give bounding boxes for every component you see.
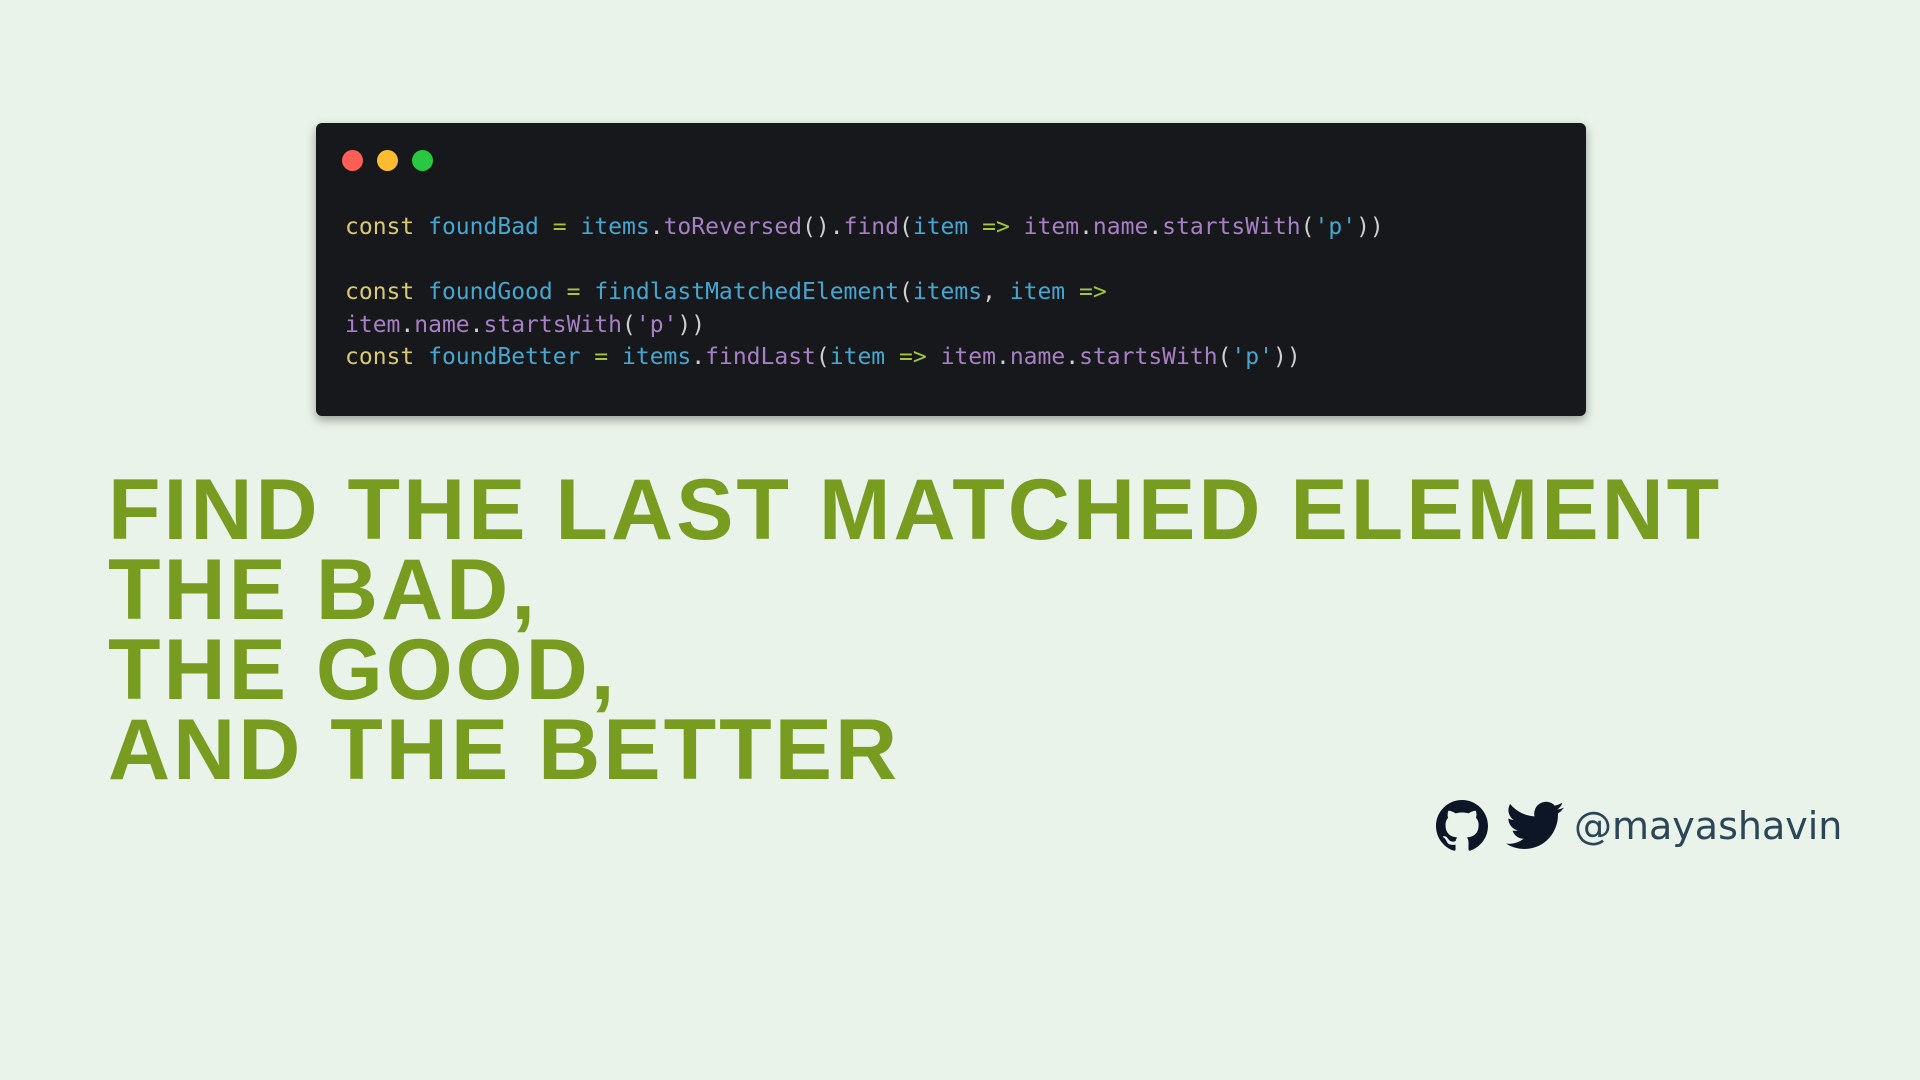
code-token: item	[940, 344, 996, 370]
code-window: const foundBad = items.toReversed().find…	[316, 123, 1586, 416]
code-token: .	[1148, 214, 1163, 240]
code-token: =	[594, 344, 609, 370]
code-line: const foundBad = items.toReversed().find…	[345, 211, 1384, 244]
code-token: item	[829, 344, 886, 370]
code-token: .	[1065, 344, 1080, 370]
code-token: findLast	[705, 344, 816, 370]
social-links: @mayashavin	[1436, 800, 1842, 852]
code-token: (	[899, 214, 913, 240]
code-token: .	[649, 214, 664, 240]
page-title: FIND THE LAST MATCHED ELEMENT THE BAD, T…	[108, 462, 1723, 798]
window-controls	[342, 150, 433, 171]
code-token: const	[345, 279, 415, 305]
code-line: const foundBetter = items.findLast(item …	[345, 341, 1384, 374]
code-token: const	[345, 344, 415, 370]
code-token: =>	[982, 214, 1010, 240]
code-token: ))	[1356, 214, 1384, 240]
code-token: findlastMatchedElement	[594, 279, 899, 305]
code-token: items	[580, 214, 650, 240]
code-token: =>	[899, 344, 927, 370]
code-line: item.name.startsWith('p'))	[345, 309, 1384, 342]
code-token: 'p'	[1314, 214, 1357, 240]
code-token: foundGood	[428, 279, 553, 305]
code-token: (	[898, 279, 913, 305]
code-token: =>	[1079, 279, 1107, 305]
code-token: 'p'	[635, 311, 678, 338]
maximize-dot-icon	[412, 150, 433, 171]
minimize-dot-icon	[377, 150, 398, 171]
code-token: name	[414, 311, 470, 338]
title-line-4: AND THE BETTER	[108, 702, 901, 798]
code-token: item	[1009, 279, 1066, 305]
github-icon[interactable]	[1436, 800, 1488, 852]
title-line-3: THE GOOD,	[108, 622, 618, 718]
code-token: name	[1092, 214, 1149, 240]
code-token: ,	[982, 279, 1010, 305]
code-token: startsWith	[483, 311, 622, 338]
code-token: toReversed	[663, 214, 803, 240]
code-token: ().	[802, 214, 844, 240]
code-token: (	[621, 311, 636, 338]
code-block: const foundBad = items.toReversed().find…	[345, 211, 1384, 374]
title-line-1: FIND THE LAST MATCHED ELEMENT	[108, 462, 1723, 558]
code-token: .	[1079, 214, 1093, 240]
code-token: startsWith	[1079, 344, 1218, 370]
code-token: =	[552, 214, 567, 240]
code-token: (	[1300, 214, 1315, 240]
code-token: 'p'	[1231, 344, 1273, 370]
code-token: foundBetter	[428, 344, 581, 370]
twitter-icon[interactable]	[1506, 801, 1564, 851]
code-token: ))	[677, 311, 706, 338]
code-token: foundBad	[428, 214, 539, 240]
code-token: ))	[1272, 344, 1301, 370]
code-token: item	[912, 214, 969, 240]
code-token: item	[345, 311, 401, 338]
code-token: (	[1217, 344, 1232, 370]
code-token: items	[622, 344, 692, 370]
code-token: items	[912, 279, 983, 305]
close-dot-icon	[342, 150, 363, 171]
code-token: (	[815, 344, 830, 370]
code-token: item	[1023, 214, 1080, 240]
code-token: name	[1009, 344, 1066, 370]
code-token: .	[691, 344, 706, 370]
code-line: const foundGood = findlastMatchedElement…	[345, 276, 1384, 309]
code-token: const	[345, 214, 415, 240]
title-line-2: THE BAD,	[108, 542, 539, 638]
code-token: find	[843, 214, 899, 240]
code-token: .	[469, 311, 484, 338]
code-token: startsWith	[1162, 214, 1301, 240]
code-token: .	[400, 311, 415, 338]
code-token: .	[995, 344, 1010, 370]
social-handle[interactable]: @mayashavin	[1574, 804, 1842, 848]
code-token: =	[566, 279, 581, 305]
